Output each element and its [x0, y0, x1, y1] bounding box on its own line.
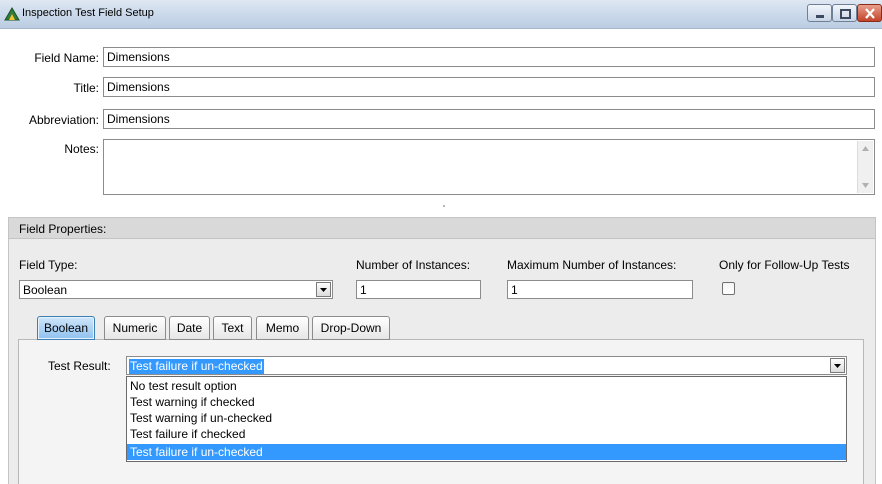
field-properties-header: [8, 217, 876, 239]
field-name-label: Field Name:: [34, 51, 99, 65]
notes-scrollbar[interactable]: [857, 141, 873, 193]
maximize-button[interactable]: [832, 4, 857, 22]
abbreviation-label: Abbreviation:: [28, 113, 99, 127]
field-type-label: Field Type:: [19, 258, 78, 272]
chevron-down-icon: [320, 288, 327, 292]
tab-date[interactable]: Date: [169, 316, 210, 340]
title-label: Title:: [73, 81, 99, 95]
title-input[interactable]: Dimensions: [103, 77, 875, 97]
max-instances-label: Maximum Number of Instances:: [507, 258, 677, 272]
test-result-dropdown-list[interactable]: No test result option Test warning if ch…: [126, 376, 847, 462]
field-type-dropdown-button[interactable]: [316, 282, 331, 297]
test-result-select[interactable]: Test failure if un-checked: [126, 356, 847, 375]
field-name-input[interactable]: Dimensions: [103, 47, 875, 67]
chevron-down-icon: [834, 364, 841, 368]
tab-boolean[interactable]: Boolean: [37, 316, 95, 340]
tab-memo[interactable]: Memo: [256, 316, 309, 340]
scroll-up-icon[interactable]: [861, 144, 870, 153]
field-type-select[interactable]: Boolean: [19, 280, 333, 299]
dropdown-option-no-result[interactable]: No test result option: [127, 378, 846, 394]
close-button[interactable]: [857, 4, 882, 22]
splitter-grip-icon[interactable]: [440, 204, 448, 208]
follow-up-label: Only for Follow-Up Tests: [719, 258, 850, 272]
notes-label: Notes:: [64, 142, 99, 156]
dropdown-option-failure-unchecked[interactable]: Test failure if un-checked: [127, 444, 846, 460]
minimize-icon: [816, 15, 824, 18]
test-result-dropdown-button[interactable]: [830, 358, 845, 373]
notes-textarea[interactable]: [103, 139, 875, 195]
maximize-icon: [840, 9, 851, 19]
app-icon: [4, 7, 20, 21]
tab-text[interactable]: Text: [213, 316, 252, 340]
window-title: Inspection Test Field Setup: [22, 7, 154, 19]
dropdown-option-failure-checked[interactable]: Test failure if checked: [127, 426, 846, 442]
number-of-instances-label: Number of Instances:: [356, 258, 471, 272]
max-instances-input[interactable]: 1: [507, 280, 693, 299]
test-result-label: Test Result:: [48, 359, 111, 373]
close-icon: [865, 8, 875, 19]
minimize-button[interactable]: [807, 4, 832, 22]
number-of-instances-input[interactable]: 1: [356, 280, 481, 299]
test-result-value: Test failure if un-checked: [129, 359, 264, 374]
field-properties-title: Field Properties:: [19, 222, 107, 236]
tab-drop-down[interactable]: Drop-Down: [312, 316, 390, 340]
scroll-down-icon[interactable]: [861, 181, 870, 190]
dropdown-option-warning-checked[interactable]: Test warning if checked: [127, 394, 846, 410]
tab-numeric[interactable]: Numeric: [104, 316, 166, 340]
field-type-value: Boolean: [23, 283, 68, 297]
follow-up-checkbox[interactable]: [722, 282, 735, 295]
dropdown-option-warning-unchecked[interactable]: Test warning if un-checked: [127, 410, 846, 426]
abbreviation-input[interactable]: Dimensions: [103, 109, 875, 129]
